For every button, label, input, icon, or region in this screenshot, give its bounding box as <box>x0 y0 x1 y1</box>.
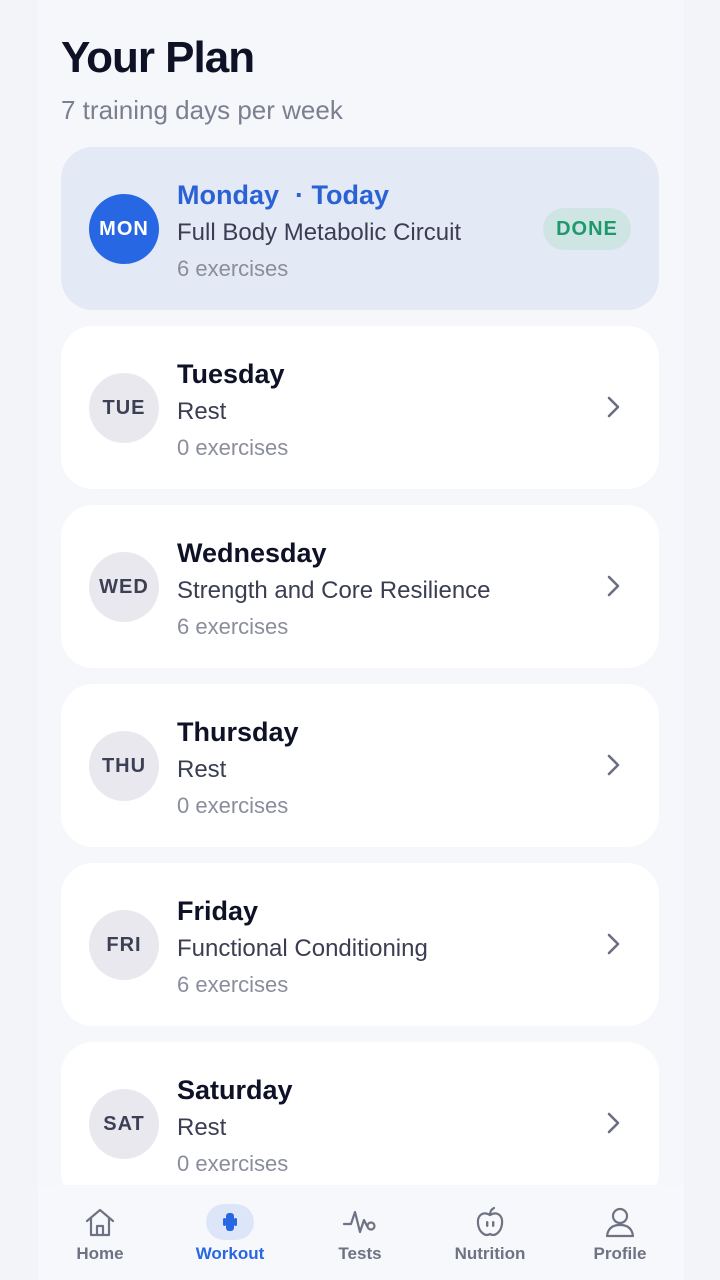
workout-name: Rest <box>177 1114 227 1141</box>
day-line: Monday · Today <box>177 177 461 213</box>
done-badge: DONE <box>543 208 631 250</box>
nav-nutrition[interactable]: Nutrition <box>435 1204 545 1264</box>
day-card-text: Thursday Rest 0 exercises <box>177 714 299 822</box>
day-list: MON Monday · Today Full Body Metabolic C… <box>61 147 659 1185</box>
nav-tests[interactable]: Tests <box>305 1204 415 1264</box>
day-name: Monday <box>177 180 280 210</box>
chevron-right-icon <box>607 396 620 418</box>
day-card-text: Friday Functional Conditioning 6 exercis… <box>177 893 428 1001</box>
day-badge: WED <box>89 552 159 622</box>
day-card-text: Monday · Today Full Body Metabolic Circu… <box>177 177 461 285</box>
nav-profile[interactable]: Profile <box>565 1204 675 1264</box>
chevron-right-icon <box>607 575 620 597</box>
exercise-count: 6 exercises <box>177 972 289 997</box>
nav-label: Workout <box>195 1244 265 1263</box>
day-line: Wednesday <box>177 535 491 571</box>
day-badge: SAT <box>89 1089 159 1159</box>
day-card-thursday[interactable]: THU Thursday Rest 0 exercises <box>61 684 659 847</box>
nav-home[interactable]: Home <box>45 1204 155 1264</box>
nav-label: Tests <box>338 1244 382 1263</box>
day-name: Thursday <box>177 717 299 747</box>
day-card-wednesday[interactable]: WED Wednesday Strength and Core Resilien… <box>61 505 659 668</box>
day-name: Wednesday <box>177 538 327 568</box>
day-card-text: Tuesday Rest 0 exercises <box>177 356 288 464</box>
workout-name: Rest <box>177 756 227 783</box>
page-subtitle: 7 training days per week <box>61 95 343 125</box>
exercise-count: 6 exercises <box>177 256 289 281</box>
day-card-text: Wednesday Strength and Core Resilience 6… <box>177 535 491 643</box>
day-name: Friday <box>177 896 259 926</box>
day-card-monday[interactable]: MON Monday · Today Full Body Metabolic C… <box>61 147 659 310</box>
today-tag: · Today <box>295 180 390 210</box>
workout-name: Strength and Core Resilience <box>177 577 491 604</box>
day-line: Thursday <box>177 714 299 750</box>
chevron-right-icon <box>607 933 620 955</box>
chevron-right-icon <box>607 754 620 776</box>
dumbbell-icon <box>206 1204 254 1240</box>
page-title: Your Plan <box>61 33 255 82</box>
day-card-friday[interactable]: FRI Friday Functional Conditioning 6 exe… <box>61 863 659 1026</box>
nav-label: Profile <box>593 1244 647 1263</box>
day-badge: MON <box>89 194 159 264</box>
day-badge: FRI <box>89 910 159 980</box>
exercise-count: 6 exercises <box>177 614 289 639</box>
day-line: Friday <box>177 893 428 929</box>
nav-workout[interactable]: Workout <box>175 1204 285 1264</box>
day-card-tuesday[interactable]: TUE Tuesday Rest 0 exercises <box>61 326 659 489</box>
bottom-nav: Home Workout Tests Nutrition Profile <box>38 1186 684 1280</box>
person-icon <box>596 1204 644 1240</box>
exercise-count: 0 exercises <box>177 1151 289 1176</box>
day-line: Tuesday <box>177 356 288 392</box>
day-name: Tuesday <box>177 359 285 389</box>
day-badge: TUE <box>89 373 159 443</box>
home-icon <box>76 1204 124 1240</box>
header: Your Plan 7 training days per week <box>61 32 343 126</box>
exercise-count: 0 exercises <box>177 435 289 460</box>
apple-icon <box>466 1204 514 1240</box>
workout-name: Rest <box>177 398 227 425</box>
nav-label: Home <box>76 1244 124 1263</box>
day-badge: THU <box>89 731 159 801</box>
chevron-right-icon <box>607 1112 620 1134</box>
nav-label: Nutrition <box>454 1244 526 1263</box>
day-card-text: Saturday Rest 0 exercises <box>177 1072 293 1180</box>
day-card-saturday[interactable]: SAT Saturday Rest 0 exercises <box>61 1042 659 1185</box>
day-name: Saturday <box>177 1075 293 1105</box>
day-line: Saturday <box>177 1072 293 1108</box>
pulse-icon <box>336 1204 384 1240</box>
workout-name: Functional Conditioning <box>177 935 428 962</box>
workout-name: Full Body Metabolic Circuit <box>177 219 462 246</box>
exercise-count: 0 exercises <box>177 793 289 818</box>
